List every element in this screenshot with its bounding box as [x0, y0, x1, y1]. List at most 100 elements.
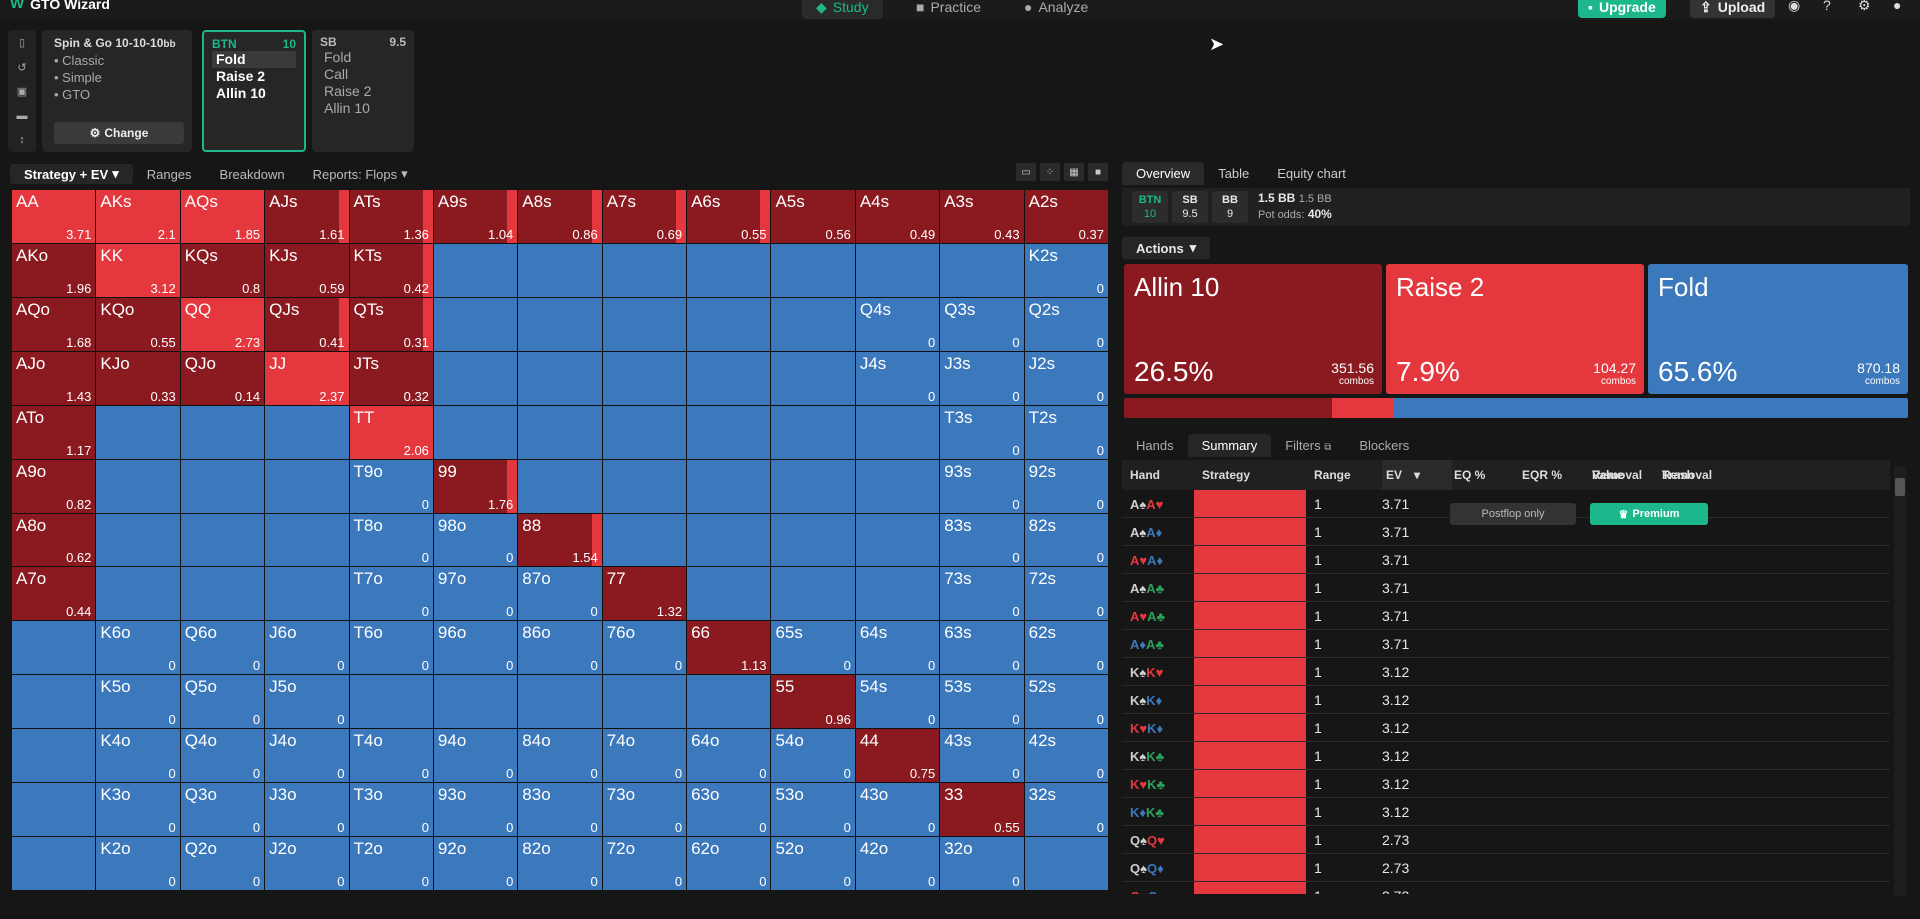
hand-cell[interactable]	[602, 243, 687, 297]
hand-cell[interactable]: AA 3.71	[12, 190, 96, 243]
table-row[interactable]: Q♠Q♦ 1 2.73	[1122, 854, 1890, 882]
hand-cell[interactable]: QJo 0.14	[180, 351, 265, 405]
hand-cell[interactable]	[518, 405, 602, 459]
hand-cell[interactable]: QJs 0.41	[265, 297, 349, 351]
table-row[interactable]: K♥K♣ 1 3.12	[1122, 770, 1890, 798]
hand-cell[interactable]	[771, 513, 855, 567]
table-row[interactable]: K♠K♦ 1 3.12	[1122, 686, 1890, 714]
hand-cell[interactable]: 54s 0	[855, 675, 940, 729]
save-icon[interactable]: ▣	[17, 85, 27, 98]
hand-cell[interactable]	[602, 405, 687, 459]
sb-action-fold[interactable]: Fold	[320, 49, 406, 66]
hand-cell[interactable]: 92s 0	[1024, 459, 1108, 513]
hand-cell[interactable]: A8o 0.62	[12, 513, 96, 567]
hand-cell[interactable]: 72s 0	[1024, 567, 1108, 621]
hand-cell[interactable]: 55 0.96	[771, 675, 855, 729]
scrollbar-thumb[interactable]	[1895, 478, 1905, 496]
view-full-icon[interactable]: ■	[1088, 163, 1108, 181]
hand-cell[interactable]: KK 3.12	[96, 243, 180, 297]
hand-cell[interactable]: T2o 0	[349, 837, 433, 890]
table-row[interactable]: Q♠Q♥ 1 2.73	[1122, 826, 1890, 854]
hand-cell[interactable]: 97o 0	[433, 567, 518, 621]
game-icon[interactable]: ▬	[17, 110, 28, 122]
hand-cell[interactable]: A3s 0.43	[940, 190, 1024, 243]
table-scrollbar[interactable]	[1894, 466, 1906, 896]
tab-hands[interactable]: Hands	[1122, 434, 1188, 457]
action-box-allin[interactable]: Allin 10 26.5% 351.56 combos	[1124, 264, 1382, 394]
hand-cell[interactable]	[771, 405, 855, 459]
spot-card[interactable]: Spin & Go 10-10-10bb • Classic • Simple …	[42, 30, 192, 152]
hand-cell[interactable]	[602, 513, 687, 567]
hand-cell[interactable]: 93o 0	[433, 783, 518, 837]
hand-cell[interactable]: J3o 0	[265, 783, 349, 837]
hand-cell[interactable]	[433, 243, 518, 297]
hand-cell[interactable]	[771, 567, 855, 621]
hand-cell[interactable]: AKo 1.96	[12, 243, 96, 297]
hand-cell[interactable]: 88 1.54	[518, 513, 602, 567]
hand-cell[interactable]: T4o 0	[349, 729, 433, 783]
hand-cell[interactable]: AJs 1.61	[265, 190, 349, 243]
hand-cell[interactable]	[687, 297, 771, 351]
hand-cell[interactable]	[771, 351, 855, 405]
hand-cell[interactable]	[180, 459, 265, 513]
hand-cell[interactable]	[265, 405, 349, 459]
tab-study[interactable]: ◆ Study	[802, 0, 883, 19]
hand-cell[interactable]: 99 1.76	[433, 459, 518, 513]
hand-cell[interactable]	[518, 459, 602, 513]
hand-cell[interactable]: Q6o 0	[180, 621, 265, 675]
upload-button[interactable]: ⇪ Upload	[1690, 0, 1776, 18]
hand-cell[interactable]: 62o 0	[687, 837, 771, 890]
hand-cell[interactable]	[433, 675, 518, 729]
hand-cell[interactable]	[771, 459, 855, 513]
hand-cell[interactable]: K5o 0	[96, 675, 180, 729]
hand-cell[interactable]	[349, 675, 433, 729]
hand-cell[interactable]: K4o 0	[96, 729, 180, 783]
hand-cell[interactable]	[855, 243, 940, 297]
tab-blockers[interactable]: Blockers	[1345, 434, 1423, 457]
hand-cell[interactable]: AJo 1.43	[12, 351, 96, 405]
hand-cell[interactable]	[771, 297, 855, 351]
table-row[interactable]: K♥K♦ 1 3.12	[1122, 714, 1890, 742]
hand-cell[interactable]: ATo 1.17	[12, 405, 96, 459]
tab-reports[interactable]: Reports: Flops ▾	[299, 164, 422, 184]
hand-cell[interactable]: 98o 0	[433, 513, 518, 567]
table-row[interactable]: A♦A♣ 1 3.71	[1122, 630, 1890, 658]
hand-cell[interactable]: KQs 0.8	[180, 243, 265, 297]
hand-cell[interactable]: A7o 0.44	[12, 567, 96, 621]
tab-strategy-ev[interactable]: Strategy + EV ▾	[10, 164, 133, 184]
table-row[interactable]: K♠K♣ 1 3.12	[1122, 742, 1890, 770]
hand-cell[interactable]: J4s 0	[855, 351, 940, 405]
view-grid-icon[interactable]: ▦	[1064, 163, 1084, 181]
view-single-icon[interactable]: ▭	[1016, 163, 1036, 181]
logo[interactable]: W GTO Wizard	[10, 0, 110, 12]
hand-cell[interactable]: AKs 2.1	[96, 190, 180, 243]
hand-cell[interactable]: KJs 0.59	[265, 243, 349, 297]
hand-cell[interactable]	[855, 459, 940, 513]
hand-cell[interactable]: 64s 0	[855, 621, 940, 675]
hand-cell[interactable]: AQs 1.85	[180, 190, 265, 243]
hand-cell[interactable]: 94o 0	[433, 729, 518, 783]
hand-cell[interactable]: J6o 0	[265, 621, 349, 675]
premium-button[interactable]: ♛ Premium	[1590, 503, 1708, 525]
sb-action-raise[interactable]: Raise 2	[320, 83, 406, 100]
hand-cell[interactable]: 42o 0	[855, 837, 940, 890]
hand-cell[interactable]: K3o 0	[96, 783, 180, 837]
hand-cell[interactable]: JTs 0.32	[349, 351, 433, 405]
hand-cell[interactable]	[1024, 837, 1108, 890]
col-range[interactable]: Range	[1314, 460, 1351, 490]
hand-cell[interactable]	[602, 351, 687, 405]
hand-cell[interactable]: 32o 0	[940, 837, 1024, 890]
hand-cell[interactable]: T3o 0	[349, 783, 433, 837]
col-hand[interactable]: Hand	[1130, 460, 1160, 490]
hand-cell[interactable]: A7s 0.69	[602, 190, 687, 243]
hand-cell[interactable]	[518, 243, 602, 297]
tab-overview[interactable]: Overview	[1122, 162, 1205, 185]
hand-cell[interactable]: 92o 0	[433, 837, 518, 890]
sb-action-allin[interactable]: Allin 10	[320, 100, 406, 117]
tab-summary[interactable]: Summary	[1187, 434, 1272, 457]
hand-cell[interactable]: 63s 0	[940, 621, 1024, 675]
hand-cell[interactable]: KTs 0.42	[349, 243, 433, 297]
hand-cell[interactable]: 42s 0	[1024, 729, 1108, 783]
hand-cell[interactable]	[180, 405, 265, 459]
hand-cell[interactable]	[433, 405, 518, 459]
